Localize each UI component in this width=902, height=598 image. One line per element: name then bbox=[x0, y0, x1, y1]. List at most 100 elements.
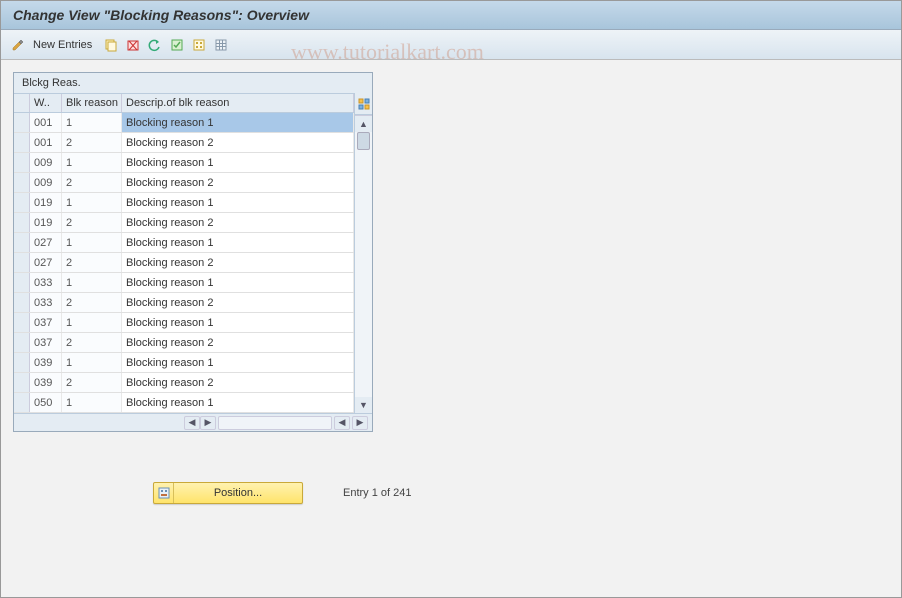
row-selector[interactable] bbox=[14, 373, 30, 392]
row-selector[interactable] bbox=[14, 173, 30, 192]
cell-blk[interactable]: 1 bbox=[62, 113, 122, 132]
scroll-thumb[interactable] bbox=[357, 132, 370, 150]
row-selector[interactable] bbox=[14, 193, 30, 212]
cell-desc[interactable]: Blocking reason 1 bbox=[122, 353, 354, 372]
cell-blk[interactable]: 2 bbox=[62, 333, 122, 352]
scroll-right-icon[interactable]: ▶ bbox=[200, 416, 216, 430]
cell-w[interactable]: 019 bbox=[30, 213, 62, 232]
cell-desc[interactable]: Blocking reason 2 bbox=[122, 373, 354, 392]
cell-w[interactable]: 001 bbox=[30, 113, 62, 132]
table-row[interactable]: 0011Blocking reason 1 bbox=[14, 113, 354, 133]
cell-blk[interactable]: 2 bbox=[62, 213, 122, 232]
cell-desc[interactable]: Blocking reason 1 bbox=[122, 153, 354, 172]
cell-w[interactable]: 027 bbox=[30, 233, 62, 252]
row-selector[interactable] bbox=[14, 213, 30, 232]
change-icon[interactable] bbox=[9, 36, 27, 54]
row-selector[interactable] bbox=[14, 233, 30, 252]
cell-blk[interactable]: 2 bbox=[62, 173, 122, 192]
vertical-scrollbar[interactable]: ▲ ▼ bbox=[355, 115, 372, 413]
table-row[interactable]: 0091Blocking reason 1 bbox=[14, 153, 354, 173]
col-header-blk[interactable]: Blk reason bbox=[62, 94, 122, 112]
cell-desc[interactable]: Blocking reason 1 bbox=[122, 193, 354, 212]
table-row[interactable]: 0271Blocking reason 1 bbox=[14, 233, 354, 253]
cell-blk[interactable]: 1 bbox=[62, 233, 122, 252]
cell-w[interactable]: 009 bbox=[30, 153, 62, 172]
scroll-right2-icon[interactable]: ▶ bbox=[352, 416, 368, 430]
cell-blk[interactable]: 1 bbox=[62, 353, 122, 372]
scroll-left-icon[interactable]: ◀ bbox=[184, 416, 200, 430]
cell-w[interactable]: 001 bbox=[30, 133, 62, 152]
cell-blk[interactable]: 2 bbox=[62, 133, 122, 152]
deselect-all-icon[interactable] bbox=[212, 36, 230, 54]
row-selector[interactable] bbox=[14, 273, 30, 292]
col-header-w[interactable]: W.. bbox=[30, 94, 62, 112]
cell-desc[interactable]: Blocking reason 2 bbox=[122, 253, 354, 272]
table-row[interactable]: 0092Blocking reason 2 bbox=[14, 173, 354, 193]
horizontal-scrollbar[interactable]: ◀ ▶ ◀ ▶ bbox=[14, 413, 372, 431]
row-selector[interactable] bbox=[14, 333, 30, 352]
cell-desc[interactable]: Blocking reason 1 bbox=[122, 273, 354, 292]
cell-blk[interactable]: 1 bbox=[62, 193, 122, 212]
row-selector[interactable] bbox=[14, 153, 30, 172]
table-row[interactable]: 0191Blocking reason 1 bbox=[14, 193, 354, 213]
table-settings-icon[interactable] bbox=[355, 93, 372, 115]
cell-desc[interactable]: Blocking reason 1 bbox=[122, 393, 354, 412]
hscroll-track[interactable] bbox=[218, 416, 332, 430]
cell-desc[interactable]: Blocking reason 2 bbox=[122, 333, 354, 352]
row-selector[interactable] bbox=[14, 393, 30, 412]
col-header-desc[interactable]: Descrip.of blk reason bbox=[122, 94, 354, 112]
row-selector[interactable] bbox=[14, 133, 30, 152]
scroll-down-icon[interactable]: ▼ bbox=[355, 397, 372, 413]
cell-blk[interactable]: 1 bbox=[62, 313, 122, 332]
select-block-icon[interactable] bbox=[190, 36, 208, 54]
cell-w[interactable]: 033 bbox=[30, 293, 62, 312]
table-row[interactable]: 0272Blocking reason 2 bbox=[14, 253, 354, 273]
cell-w[interactable]: 009 bbox=[30, 173, 62, 192]
table-row[interactable]: 0501Blocking reason 1 bbox=[14, 393, 354, 413]
table-row[interactable]: 0012Blocking reason 2 bbox=[14, 133, 354, 153]
row-selector[interactable] bbox=[14, 353, 30, 372]
row-selector[interactable] bbox=[14, 253, 30, 272]
table-row[interactable]: 0372Blocking reason 2 bbox=[14, 333, 354, 353]
table-row[interactable]: 0371Blocking reason 1 bbox=[14, 313, 354, 333]
select-all-header[interactable] bbox=[14, 94, 30, 112]
cell-desc[interactable]: Blocking reason 1 bbox=[122, 233, 354, 252]
cell-blk[interactable]: 2 bbox=[62, 253, 122, 272]
cell-desc[interactable]: Blocking reason 1 bbox=[122, 113, 354, 132]
cell-desc[interactable]: Blocking reason 2 bbox=[122, 213, 354, 232]
cell-w[interactable]: 039 bbox=[30, 373, 62, 392]
table-row[interactable]: 0392Blocking reason 2 bbox=[14, 373, 354, 393]
cell-blk[interactable]: 2 bbox=[62, 293, 122, 312]
cell-w[interactable]: 019 bbox=[30, 193, 62, 212]
row-selector[interactable] bbox=[14, 313, 30, 332]
cell-blk[interactable]: 1 bbox=[62, 393, 122, 412]
scroll-up-icon[interactable]: ▲ bbox=[355, 116, 372, 132]
position-button[interactable]: Position... bbox=[153, 482, 303, 504]
copy-icon[interactable] bbox=[102, 36, 120, 54]
new-entries-button[interactable]: New Entries bbox=[31, 39, 98, 51]
cell-blk[interactable]: 2 bbox=[62, 373, 122, 392]
cell-w[interactable]: 037 bbox=[30, 333, 62, 352]
table-row[interactable]: 0332Blocking reason 2 bbox=[14, 293, 354, 313]
table-row[interactable]: 0192Blocking reason 2 bbox=[14, 213, 354, 233]
undo-icon[interactable] bbox=[146, 36, 164, 54]
table-row[interactable]: 0391Blocking reason 1 bbox=[14, 353, 354, 373]
cell-desc[interactable]: Blocking reason 2 bbox=[122, 293, 354, 312]
cell-w[interactable]: 050 bbox=[30, 393, 62, 412]
cell-desc[interactable]: Blocking reason 1 bbox=[122, 313, 354, 332]
cell-w[interactable]: 037 bbox=[30, 313, 62, 332]
cell-desc[interactable]: Blocking reason 2 bbox=[122, 173, 354, 192]
scroll-track[interactable] bbox=[355, 132, 372, 397]
select-all-icon[interactable] bbox=[168, 36, 186, 54]
cell-blk[interactable]: 1 bbox=[62, 273, 122, 292]
row-selector[interactable] bbox=[14, 113, 30, 132]
cell-w[interactable]: 033 bbox=[30, 273, 62, 292]
cell-desc[interactable]: Blocking reason 2 bbox=[122, 133, 354, 152]
delete-icon[interactable] bbox=[124, 36, 142, 54]
row-selector[interactable] bbox=[14, 293, 30, 312]
cell-w[interactable]: 039 bbox=[30, 353, 62, 372]
table-row[interactable]: 0331Blocking reason 1 bbox=[14, 273, 354, 293]
scroll-left2-icon[interactable]: ◀ bbox=[334, 416, 350, 430]
cell-blk[interactable]: 1 bbox=[62, 153, 122, 172]
cell-w[interactable]: 027 bbox=[30, 253, 62, 272]
